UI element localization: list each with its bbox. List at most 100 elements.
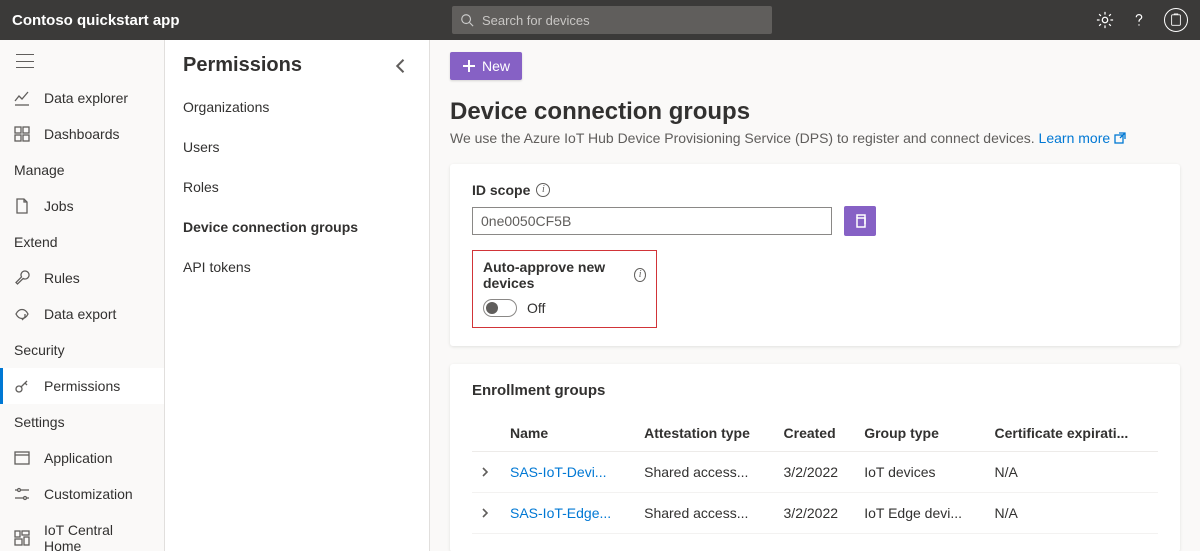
nav-label: Data explorer [44, 90, 128, 106]
nav-item-application[interactable]: Application [0, 440, 164, 476]
main-content: New Device connection groups We use the … [430, 40, 1200, 551]
cell-group-type: IoT devices [856, 452, 986, 493]
search-input[interactable] [482, 13, 764, 28]
gear-icon[interactable] [1096, 11, 1114, 29]
sub-header: Permissions [165, 40, 429, 87]
settings-card: ID scope i Auto-approve new devices i Of… [450, 164, 1180, 346]
nav-label: Application [44, 450, 113, 466]
nav-item-permissions[interactable]: Permissions [0, 368, 164, 404]
nav-label: Permissions [44, 378, 120, 394]
document-icon [14, 198, 30, 214]
cell-created: 3/2/2022 [776, 452, 857, 493]
page-title: Device connection groups [450, 98, 1180, 126]
nav-label: IoT Central Home [44, 522, 150, 551]
nav-section-security: Security [0, 332, 164, 368]
sub-title: Permissions [183, 54, 391, 77]
nav-label: Data export [44, 306, 116, 322]
nav-rail: Data explorer Dashboards Manage Jobs Ext… [0, 40, 165, 551]
auto-approve-label: Auto-approve new devices i [483, 259, 646, 291]
id-scope-label: ID scope i [472, 182, 1158, 198]
info-icon[interactable]: i [536, 183, 550, 197]
nav-item-data-explorer[interactable]: Data explorer [0, 80, 164, 116]
sub-item-roles[interactable]: Roles [165, 167, 429, 207]
wrench-icon [14, 270, 30, 286]
help-icon[interactable] [1130, 11, 1148, 29]
copy-button[interactable] [844, 206, 876, 236]
chart-icon [14, 90, 30, 106]
sliders-icon [14, 486, 30, 502]
nav-item-customization[interactable]: Customization [0, 476, 164, 512]
page-desc-text: We use the Azure IoT Hub Device Provisio… [450, 130, 1039, 146]
new-button-label: New [482, 58, 510, 74]
cell-created: 3/2/2022 [776, 493, 857, 534]
chevron-right-icon [480, 467, 490, 477]
col-group-type[interactable]: Group type [856, 415, 986, 452]
copy-icon [853, 214, 867, 228]
sub-item-device-connection-groups[interactable]: Device connection groups [165, 207, 429, 247]
expand-cell[interactable] [472, 452, 502, 493]
search-wrap [452, 6, 772, 34]
topbar-right [1096, 8, 1188, 32]
expand-cell[interactable] [472, 493, 502, 534]
topbar: Contoso quickstart app [0, 0, 1200, 40]
nav-label: Customization [44, 486, 133, 502]
chevron-right-icon [480, 508, 490, 518]
cell-attestation: Shared access... [636, 452, 775, 493]
nav-section-settings: Settings [0, 404, 164, 440]
home-grid-icon [14, 530, 30, 546]
cell-cert-exp: N/A [986, 452, 1158, 493]
table-header-row: Name Attestation type Created Group type… [472, 415, 1158, 452]
sub-item-organizations[interactable]: Organizations [165, 87, 429, 127]
auto-approve-toggle-row: Off [483, 299, 646, 317]
toggle-state-label: Off [527, 300, 545, 316]
learn-more-link[interactable]: Learn more [1039, 130, 1126, 146]
cell-name[interactable]: SAS-IoT-Devi... [502, 452, 636, 493]
enrollment-title: Enrollment groups [472, 382, 1158, 399]
enrollment-card: Enrollment groups Name Attestation type … [450, 364, 1180, 551]
nav-label: Jobs [44, 198, 74, 214]
table-row[interactable]: SAS-IoT-Devi... Shared access... 3/2/202… [472, 452, 1158, 493]
collapse-chevron-icon[interactable] [391, 56, 411, 76]
key-icon [14, 378, 30, 394]
col-cert-exp[interactable]: Certificate expirati... [986, 415, 1158, 452]
expand-header [472, 415, 502, 452]
search-box[interactable] [452, 6, 772, 34]
page-description: We use the Azure IoT Hub Device Provisio… [450, 130, 1180, 146]
hamburger-row [0, 46, 164, 80]
enrollment-table: Name Attestation type Created Group type… [472, 415, 1158, 534]
table-row[interactable]: SAS-IoT-Edge... Shared access... 3/2/202… [472, 493, 1158, 534]
id-scope-input[interactable] [472, 207, 832, 235]
sub-panel: Permissions Organizations Users Roles De… [165, 40, 430, 551]
nav-label: Rules [44, 270, 80, 286]
grid-icon [14, 126, 30, 142]
nav-item-data-export[interactable]: Data export [0, 296, 164, 332]
cell-group-type: IoT Edge devi... [856, 493, 986, 534]
new-button[interactable]: New [450, 52, 522, 80]
plus-icon [462, 59, 476, 73]
export-icon [14, 306, 30, 322]
hamburger-icon[interactable] [16, 54, 34, 68]
sub-item-api-tokens[interactable]: API tokens [165, 247, 429, 287]
auto-approve-highlight: Auto-approve new devices i Off [472, 250, 657, 328]
info-icon[interactable]: i [634, 268, 646, 282]
cell-name[interactable]: SAS-IoT-Edge... [502, 493, 636, 534]
nav-item-iot-home[interactable]: IoT Central Home [0, 512, 164, 551]
window-icon [14, 450, 30, 466]
auto-approve-toggle[interactable] [483, 299, 517, 317]
nav-label: Dashboards [44, 126, 120, 142]
col-created[interactable]: Created [776, 415, 857, 452]
nav-section-manage: Manage [0, 152, 164, 188]
nav-item-rules[interactable]: Rules [0, 260, 164, 296]
col-attestation[interactable]: Attestation type [636, 415, 775, 452]
feedback-icon[interactable] [1164, 8, 1188, 32]
nav-item-dashboards[interactable]: Dashboards [0, 116, 164, 152]
nav-section-extend: Extend [0, 224, 164, 260]
col-name[interactable]: Name [502, 415, 636, 452]
body: Data explorer Dashboards Manage Jobs Ext… [0, 40, 1200, 551]
external-link-icon [1114, 132, 1126, 144]
nav-item-jobs[interactable]: Jobs [0, 188, 164, 224]
cell-attestation: Shared access... [636, 493, 775, 534]
id-scope-row [472, 206, 1158, 236]
sub-item-users[interactable]: Users [165, 127, 429, 167]
cell-cert-exp: N/A [986, 493, 1158, 534]
